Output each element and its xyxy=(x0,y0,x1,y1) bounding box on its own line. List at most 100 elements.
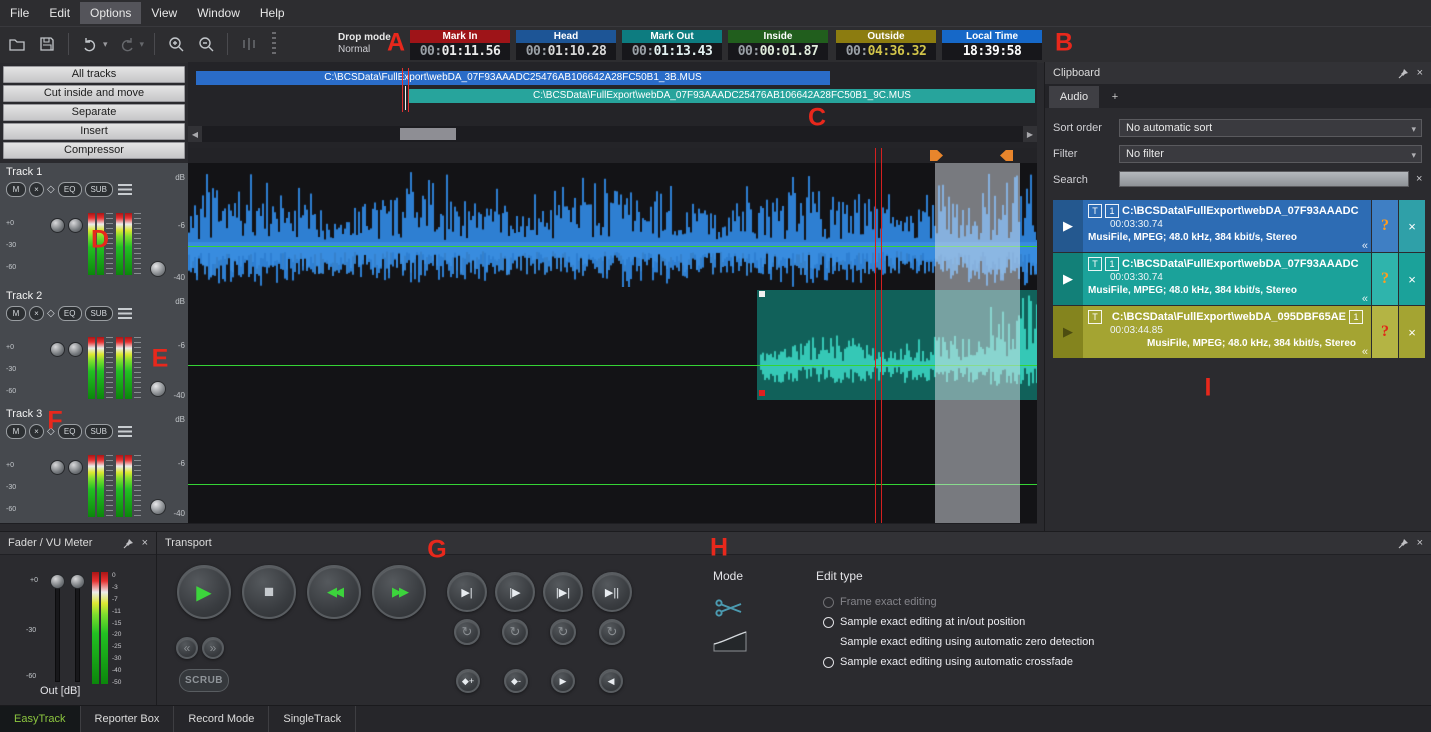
diamond-icon[interactable]: ◇ xyxy=(47,307,55,320)
menu-view[interactable]: View xyxy=(141,2,187,24)
pin-icon[interactable] xyxy=(1398,538,1409,549)
playhead-cursor[interactable] xyxy=(875,148,882,523)
redo-icon[interactable] xyxy=(116,32,138,56)
solo-x-button[interactable] xyxy=(29,306,44,321)
track2-wave-area[interactable] xyxy=(188,287,1037,405)
entry-close-button[interactable]: × xyxy=(1399,306,1425,358)
clipboard-entry-2[interactable]: ▶ T 1 C:\BCSData\FullExport\webDA_07F93A… xyxy=(1053,253,1425,305)
solo-x-button[interactable] xyxy=(29,424,44,439)
rewind-button[interactable]: ◀◀ xyxy=(307,565,361,619)
fade-mode-icon[interactable] xyxy=(713,628,747,652)
diamond-icon[interactable]: ◇ xyxy=(47,183,55,196)
clipboard-titlebar[interactable]: Clipboard × xyxy=(1045,62,1431,85)
track-menu-icon[interactable] xyxy=(118,426,132,437)
add-marker-button[interactable]: ◆+ xyxy=(456,669,480,693)
save-icon[interactable] xyxy=(36,32,58,56)
radio-frame-exact[interactable]: Frame exact editing xyxy=(823,596,937,608)
eq-button[interactable]: EQ xyxy=(58,306,82,321)
transport-titlebar[interactable]: Transport × xyxy=(157,532,1431,555)
play-from-mark-in-button[interactable]: |▶ xyxy=(495,572,535,612)
output-fader-left[interactable] xyxy=(50,574,65,589)
play-selection-button[interactable]: |▶| xyxy=(543,572,583,612)
play-button[interactable]: ▶ xyxy=(177,565,231,619)
track-fader-knob[interactable] xyxy=(150,381,166,397)
cut-inside-and-move-button[interactable]: Cut inside and move xyxy=(3,85,185,102)
menu-file[interactable]: File xyxy=(0,2,39,24)
entry-play-button[interactable]: ▶ xyxy=(1053,306,1083,358)
clip-fade-handle[interactable] xyxy=(759,291,765,297)
undo-dropdown-caret[interactable]: ▾ xyxy=(103,39,108,50)
entry-body[interactable]: T C:\BCSData\FullExport\webDA_095DBF65AE… xyxy=(1083,306,1371,358)
project-overview[interactable]: C:\BCSData\FullExport\webDA_07F93AAADC25… xyxy=(188,62,1037,148)
clip-gain-handle[interactable] xyxy=(759,390,765,396)
filter-dropdown[interactable]: No filter▾ xyxy=(1119,145,1422,163)
entry-close-button[interactable]: × xyxy=(1399,253,1425,305)
entry-help-button[interactable]: ? xyxy=(1372,306,1398,358)
zoom-out-icon[interactable] xyxy=(195,32,217,56)
close-icon[interactable]: × xyxy=(1417,68,1423,79)
radio-sample-exact-inout[interactable]: Sample exact editing at in/out position xyxy=(823,616,1025,628)
entry-body[interactable]: T 1 C:\BCSData\FullExport\webDA_07F93AAA… xyxy=(1083,253,1371,305)
collapse-icon[interactable]: « xyxy=(1362,293,1368,305)
search-clear-icon[interactable]: × xyxy=(1416,173,1422,185)
next-marker-button[interactable]: ▶ xyxy=(551,669,575,693)
eq-button[interactable]: EQ xyxy=(58,182,82,197)
track-menu-icon[interactable] xyxy=(118,184,132,195)
insert-button[interactable]: Insert xyxy=(3,123,185,140)
loop-button-4[interactable]: ↻ xyxy=(599,619,625,645)
overview-scrollbar[interactable]: ◀ ▶ xyxy=(188,126,1037,142)
track-fader-knob[interactable] xyxy=(150,499,166,515)
track1-waveform[interactable] xyxy=(188,163,1037,287)
entry-help-button[interactable]: ? xyxy=(1372,253,1398,305)
pin-icon[interactable] xyxy=(123,538,134,549)
scroll-right-icon[interactable]: ▶ xyxy=(1023,126,1037,142)
mute-button[interactable]: M xyxy=(6,306,26,321)
menu-window[interactable]: Window xyxy=(187,2,250,24)
prev-marker-button[interactable]: ◀ xyxy=(599,669,623,693)
step-back-button[interactable]: « xyxy=(176,637,198,659)
entry-help-button[interactable]: ? xyxy=(1372,200,1398,252)
entry-close-button[interactable]: × xyxy=(1399,200,1425,252)
drop-mode-control[interactable]: Drop mode Normal xyxy=(338,32,391,56)
tab-audio[interactable]: Audio xyxy=(1049,86,1099,108)
clipboard-entry-1[interactable]: ▶ T 1 C:\BCSData\FullExport\webDA_07F93A… xyxy=(1053,200,1425,252)
zoom-in-icon[interactable] xyxy=(165,32,187,56)
scrollbar-thumb[interactable] xyxy=(400,128,456,140)
mark-out-flag[interactable] xyxy=(1000,150,1013,161)
track1-wave-area[interactable] xyxy=(188,163,1037,287)
mute-button[interactable]: M xyxy=(6,424,26,439)
tab-reporter-box[interactable]: Reporter Box xyxy=(81,706,175,732)
track3-wave-area[interactable] xyxy=(188,405,1037,523)
selection-region[interactable] xyxy=(935,405,1020,523)
pan-knob[interactable] xyxy=(50,342,65,357)
sub-button[interactable]: SUB xyxy=(85,424,113,439)
tab-add[interactable]: + xyxy=(1103,86,1127,108)
menu-help[interactable]: Help xyxy=(250,2,295,24)
output-fader-right[interactable] xyxy=(70,574,85,589)
clipboard-entry-3[interactable]: ▶ T C:\BCSData\FullExport\webDA_095DBF65… xyxy=(1053,306,1425,358)
open-folder-icon[interactable] xyxy=(6,32,28,56)
loop-button-3[interactable]: ↻ xyxy=(550,619,576,645)
track-menu-icon[interactable] xyxy=(118,308,132,319)
fader-vu-titlebar[interactable]: Fader / VU Meter × xyxy=(0,532,156,555)
tab-record-mode[interactable]: Record Mode xyxy=(174,706,269,732)
mark-in-flag[interactable] xyxy=(930,150,943,161)
scrub-button[interactable]: SCRUB xyxy=(179,669,229,692)
track-fader-knob[interactable] xyxy=(150,261,166,277)
mute-button[interactable]: M xyxy=(6,182,26,197)
separate-button[interactable]: Separate xyxy=(3,104,185,121)
track2-waveform[interactable] xyxy=(188,287,1037,405)
loop-button-1[interactable]: ↻ xyxy=(454,619,480,645)
close-icon[interactable]: × xyxy=(1417,538,1423,549)
remove-marker-button[interactable]: ◆- xyxy=(504,669,528,693)
radio-sample-exact-zero-detection[interactable]: Sample exact editing using automatic zer… xyxy=(823,636,1094,648)
timeline-ruler[interactable] xyxy=(188,148,1037,163)
entry-body[interactable]: T 1 C:\BCSData\FullExport\webDA_07F93AAA… xyxy=(1083,200,1371,252)
play-to-mark-in-button[interactable]: ▶| xyxy=(447,572,487,612)
collapse-icon[interactable]: « xyxy=(1362,346,1368,358)
overview-file-1[interactable]: C:\BCSData\FullExport\webDA_07F93AAADC25… xyxy=(196,71,830,85)
selection-region[interactable] xyxy=(935,287,1020,405)
pan-knob[interactable] xyxy=(50,218,65,233)
gain-knob[interactable] xyxy=(68,460,83,475)
pin-icon[interactable] xyxy=(1398,68,1409,79)
